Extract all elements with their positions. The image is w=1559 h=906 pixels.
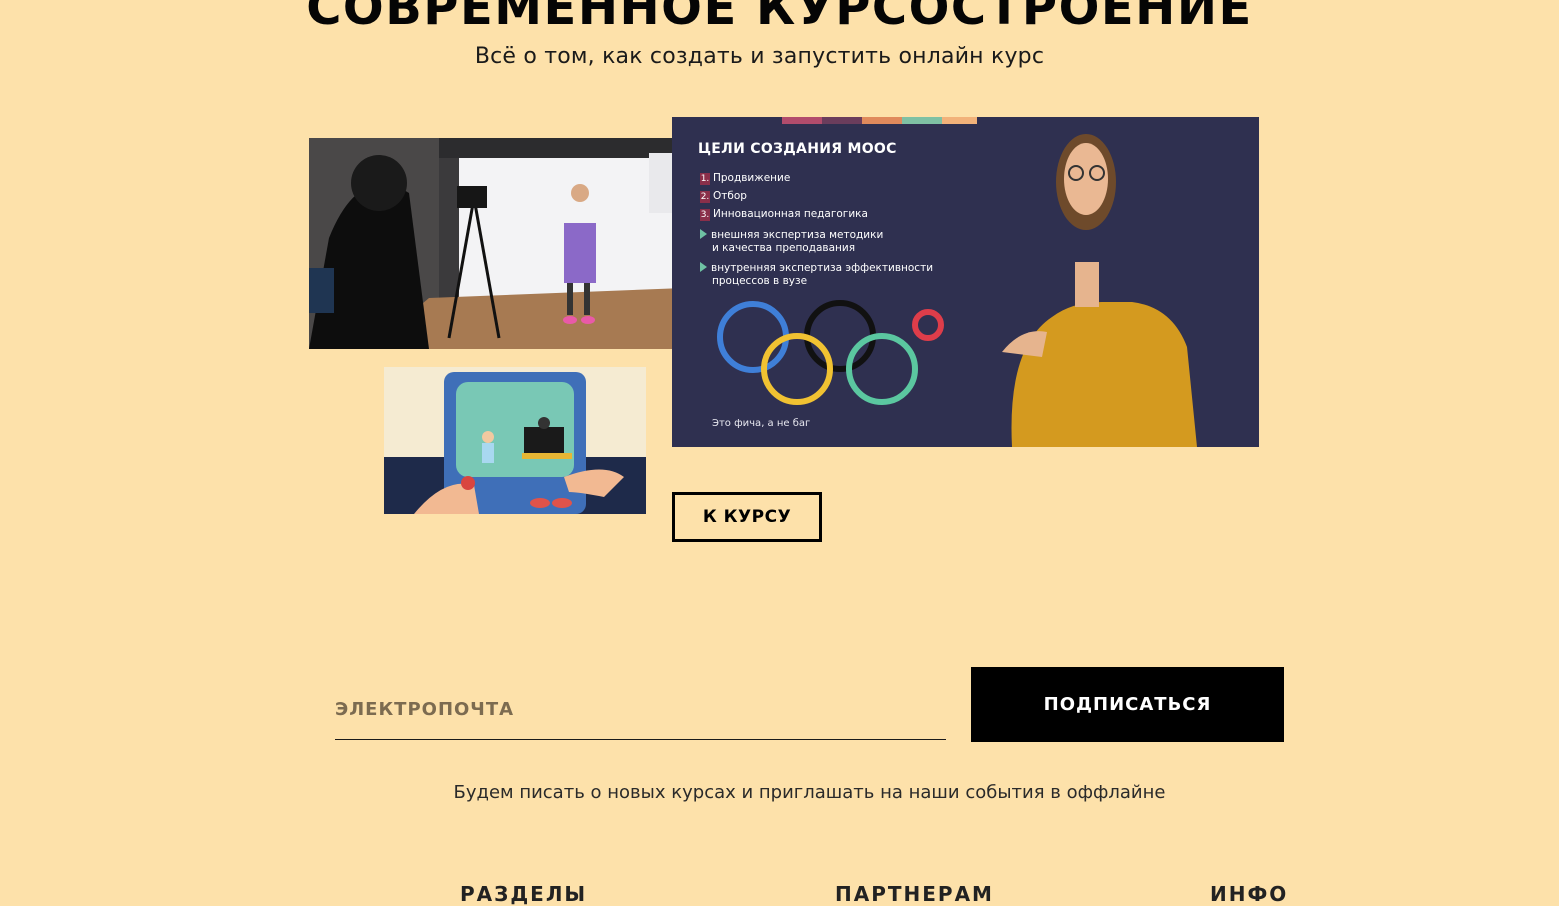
slide-numbered-item: 3. Инновационная педагогика [700, 208, 868, 221]
arcade-illustration [384, 367, 646, 514]
slide-bullet-continuation: и качества преподавания [712, 242, 856, 254]
slide-numbered-item: 1. Продвижение [700, 172, 791, 185]
footer-heading-sections: РАЗДЕЛЫ [460, 882, 588, 906]
triangle-bullet-icon [700, 262, 707, 272]
footer-heading-partners: ПАРТНЕРАМ [835, 882, 994, 906]
email-field[interactable] [335, 680, 946, 740]
footer-heading-info: ИНФО [1210, 882, 1289, 906]
triangle-bullet-icon [700, 229, 707, 239]
to-course-button[interactable]: К КУРСУ [672, 492, 822, 542]
slide-numbered-item: 2. Отбор [700, 190, 747, 203]
subscribe-button[interactable]: ПОДПИСАТЬСЯ [971, 667, 1284, 742]
slide-bullet: внешняя экспертиза методики [700, 229, 883, 241]
course-subtitle: Всё о том, как создать и запустить онлай… [474, 44, 1045, 69]
studio-photo [309, 138, 684, 349]
slide-bullet-continuation: процессов в вузе [712, 275, 808, 287]
course-preview-video[interactable]: ЦЕЛИ СОЗДАНИЯ MOOC 1. Продвижение 2. Отбор… [672, 117, 1259, 447]
slide-caption: Это фича, а не баг [712, 418, 811, 429]
slide-bullet: внутренняя экспертиза эффективности [700, 262, 933, 274]
slide-title: ЦЕЛИ СОЗДАНИЯ MOOC [698, 141, 897, 157]
course-title: СОВРЕМЕННОЕ КУРСОСТРОЕНИЕ [306, 0, 1253, 36]
subscribe-note: Будем писать о новых курсах и приглашать… [453, 782, 1166, 803]
